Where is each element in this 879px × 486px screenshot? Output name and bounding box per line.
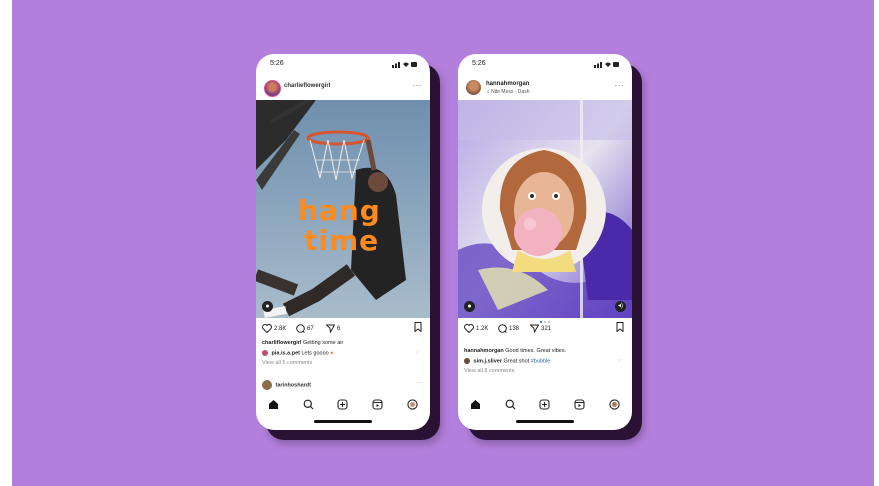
add-icon[interactable] [336,397,350,411]
comment-count: 67 [307,325,314,332]
more-icon[interactable]: ··· [417,380,423,386]
comment-button[interactable]: 138 [498,324,519,333]
caption-username[interactable]: charliflowergirl [262,340,301,346]
home-indicator [516,420,574,423]
avatar[interactable] [264,80,281,97]
caption-text: Good times. Great vibes. [505,348,567,354]
signal-battery-icon [392,62,417,68]
heart-icon [464,324,474,333]
post-username[interactable]: hannahmorgan [486,81,529,87]
like-count: 2.8K [274,325,287,332]
post-media-photo[interactable]: ● ◂) [458,100,632,318]
status-bar: 5:26 [472,60,620,70]
share-button[interactable]: 321 [530,324,551,333]
bubblegum-photo [458,100,632,318]
comment-icon [296,324,305,333]
caption-username[interactable]: hannahmorgan [464,348,504,354]
avatar [464,358,470,364]
like-count: 1.2K [476,325,489,332]
comment-text: Great shot [503,358,530,365]
more-icon[interactable]: ··· [413,81,423,90]
overlay-text-line-1: hang [298,194,381,227]
comment-icon [498,324,507,333]
comment-like-icon[interactable]: ♡ [618,359,622,365]
next-post-username[interactable]: tarinhoshardt [276,382,311,388]
caption: hannahmorgan Good times. Great vibes. [464,348,620,354]
tagged-user-icon[interactable]: ● [464,301,475,312]
comment-preview: sim.j.sliver Great shot #bubble [464,358,620,364]
post-header: hannahmorgan ♫ Nite Moss · Dash ··· [466,78,624,98]
comment-preview: pia.is.a.pet Lets goooo ● [262,350,418,356]
reels-icon[interactable] [573,397,587,411]
search-icon[interactable] [301,397,315,411]
avatar[interactable] [262,380,272,390]
share-count: 321 [541,325,552,332]
profile-icon[interactable] [406,397,420,411]
purple-backdrop: 5:26 charlieflowergirl ··· hang time ● 2… [12,0,874,486]
caption: charliflowergirl Getting some air [262,340,418,346]
share-button[interactable]: 6 [326,324,340,333]
bottom-tab-bar [458,394,632,414]
bookmark-icon[interactable] [616,322,624,332]
volume-icon[interactable]: ◂) [615,301,626,312]
signal-battery-icon [594,62,619,68]
tagged-user-icon[interactable]: ● [262,301,273,312]
share-icon [530,324,539,333]
comment-text: Lets goooo [301,350,329,357]
comment-like-icon[interactable]: ♡ [416,351,420,357]
post-actions: 1.2K 138 321 [464,322,624,336]
bottom-tab-bar [256,394,430,414]
bookmark-icon[interactable] [414,322,422,332]
avatar [262,350,268,356]
post-header: charlieflowergirl ··· [264,78,422,98]
phone-mockup-right: 5:26 hannahmorgan ♫ Nite Moss · Dash ··· [458,54,632,430]
reels-icon[interactable] [371,397,385,411]
comment-button[interactable]: 67 [296,324,314,333]
profile-icon[interactable] [608,397,622,411]
view-all-comments[interactable]: View all 5 comments [262,360,418,366]
heart-icon [262,324,272,333]
status-bar: 5:26 [270,60,418,70]
caption-text: Getting some air [302,340,344,346]
share-count: 6 [337,325,341,332]
overlay-text-line-2: time [304,224,380,257]
search-icon[interactable] [503,397,517,411]
like-button[interactable]: 2.8K [262,324,286,333]
status-time: 5:26 [270,60,284,67]
comment-username[interactable]: sim.j.sliver [474,358,502,364]
view-all-comments[interactable]: View all 8 comments [464,368,620,374]
next-post-header: tarinhoshardt ··· [262,380,422,392]
like-button[interactable]: 1.2K [464,324,488,333]
post-media-photo[interactable]: hang time ● [256,100,430,318]
phone-mockup-left: 5:26 charlieflowergirl ··· hang time ● 2… [256,54,430,430]
comment-count: 138 [509,325,520,332]
avatar[interactable] [466,80,481,95]
status-time: 5:26 [472,60,486,67]
home-indicator [314,420,372,423]
audio-track[interactable]: ♫ Nite Moss · Dash [486,89,529,95]
comment-hashtag[interactable]: #bubble [531,358,551,364]
add-icon[interactable] [538,397,552,411]
more-icon[interactable]: ··· [615,81,625,90]
comment-username[interactable]: pia.is.a.pet [272,350,300,356]
share-icon [326,324,335,333]
post-username[interactable]: charlieflowergirl [284,83,330,89]
home-icon[interactable] [468,397,482,411]
post-actions: 2.8K 67 6 [262,322,422,336]
home-icon[interactable] [266,397,280,411]
